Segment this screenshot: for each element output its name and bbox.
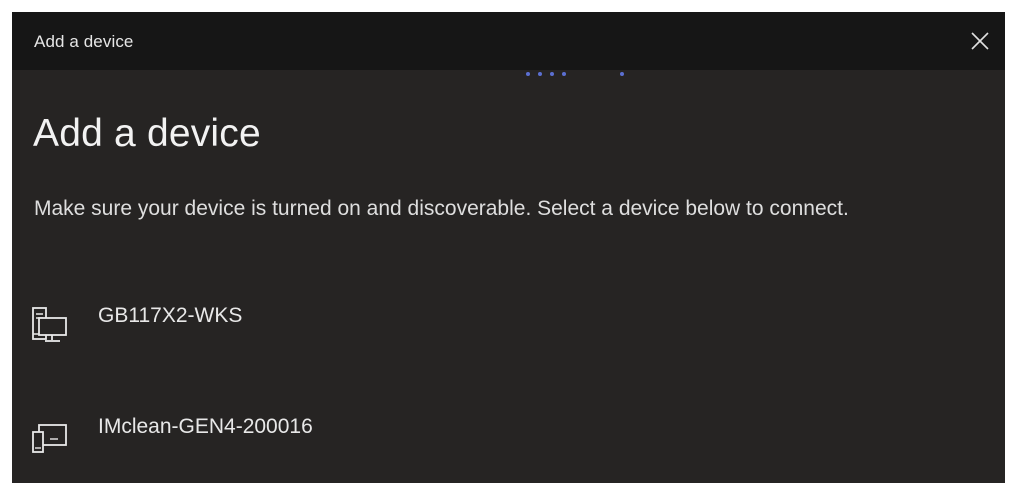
computer-icon bbox=[32, 307, 67, 342]
device-name: IMclean-GEN4-200016 bbox=[98, 415, 313, 438]
progress-dot bbox=[620, 72, 624, 76]
progress-dot bbox=[526, 72, 530, 76]
page-title: Add a device bbox=[33, 112, 261, 155]
progress-indicator bbox=[12, 70, 1005, 84]
progress-dot bbox=[550, 72, 554, 76]
window-title: Add a device bbox=[34, 32, 134, 51]
add-device-dialog: Add a device Add a device Make sure your… bbox=[12, 12, 1005, 483]
device-item-gb117x2-wks[interactable]: GB117X2-WKS bbox=[30, 302, 630, 350]
display-device-icon bbox=[32, 424, 67, 453]
device-item-imclean-gen4-200016[interactable]: IMclean-GEN4-200016 bbox=[30, 413, 630, 461]
progress-dot bbox=[538, 72, 542, 76]
close-icon bbox=[971, 32, 989, 50]
title-bar: Add a device bbox=[12, 12, 1005, 70]
instructions-text: Make sure your device is turned on and d… bbox=[34, 197, 849, 220]
device-name: GB117X2-WKS bbox=[98, 304, 243, 327]
close-button[interactable] bbox=[963, 24, 997, 58]
progress-dot bbox=[562, 72, 566, 76]
